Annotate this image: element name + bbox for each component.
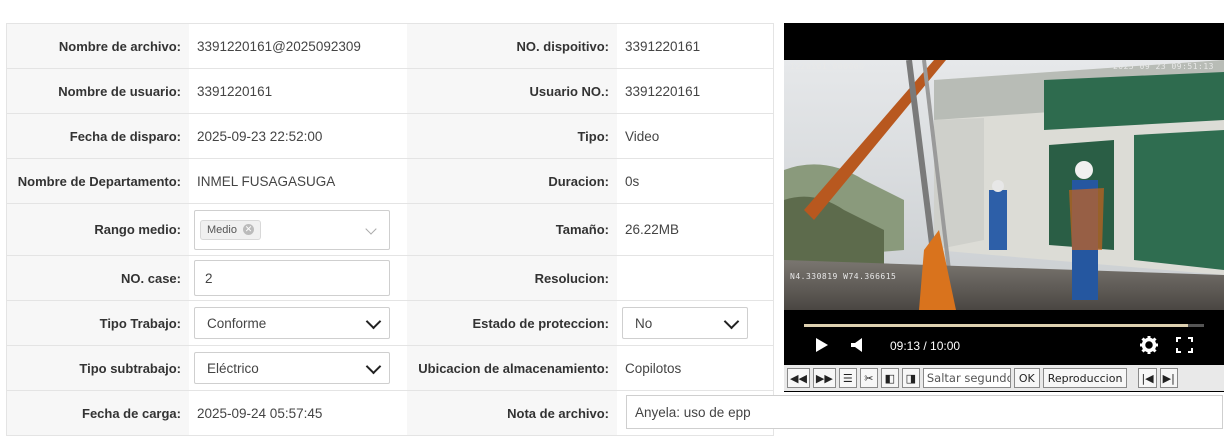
time-display: 09:13 / 10:00 <box>890 339 961 353</box>
work-type-select[interactable]: Conforme <box>194 307 390 339</box>
resolution-value <box>617 256 773 300</box>
skip-end-button[interactable]: ▶| <box>1159 368 1178 388</box>
department-label: Nombre de Departamento: <box>7 159 189 203</box>
subwork-type-select[interactable]: Eléctrico <box>194 352 390 384</box>
prev-frame-icon: ◧ <box>884 371 896 385</box>
video-frame[interactable]: 1220161_000000 2025 09 23 09:51:13 N4.33… <box>784 60 1224 310</box>
user-no-value: 3391220161 <box>617 69 773 113</box>
fast-forward-icon: ▶▶ <box>815 371 833 385</box>
size-label: Tamaño: <box>407 204 617 255</box>
osd-gps: N4.330819 W74.366615 <box>790 272 897 281</box>
protection-status-selected: No <box>635 315 653 331</box>
progress-fill <box>804 324 1188 327</box>
filename-value: 3391220161@2025092309 <box>189 24 407 68</box>
file-note-field[interactable]: Anyela: uso de epp <box>626 395 1223 429</box>
work-type-label: Tipo Trabajo: <box>7 301 189 345</box>
username-label: Nombre de usuario: <box>7 69 189 113</box>
video-player[interactable]: 1220161_000000 2025 09 23 09:51:13 N4.33… <box>784 23 1224 392</box>
subwork-type-cell: Eléctrico <box>189 346 407 390</box>
next-frame-icon: ◨ <box>905 371 917 385</box>
protection-status-select[interactable]: No <box>622 307 748 339</box>
skip-end-icon: ▶| <box>1162 371 1175 385</box>
next-frame-button[interactable]: ◨ <box>901 368 920 388</box>
fast-forward-button[interactable]: ▶▶ <box>812 368 836 388</box>
duration-label: Duracion: <box>407 159 617 203</box>
osd-datetime: 2025 09 23 09:51:13 <box>1112 62 1214 71</box>
prev-frame-button[interactable]: ◧ <box>880 368 899 388</box>
range-tag: Medio ✕ <box>200 219 261 240</box>
protection-status-label: Estado de proteccion: <box>407 301 617 345</box>
rewind-icon: ◀◀ <box>790 371 807 385</box>
trigger-date-value: 2025-09-23 22:52:00 <box>189 114 407 158</box>
storage-location-label: Ubicacion de almacenamiento: <box>407 346 617 390</box>
upload-date-value: 2025-09-24 05:57:45 <box>189 391 407 435</box>
subwork-type-selected: Eléctrico <box>207 360 259 376</box>
file-note-label: Nota de archivo: <box>407 391 617 435</box>
settings-gear-icon[interactable] <box>1140 336 1158 354</box>
table-row: Nombre de Departamento: INMEL FUSAGASUGA… <box>7 159 773 204</box>
table-row: Rango medio: Medio ✕ Tamaño: 26.22MB <box>7 204 773 256</box>
fullscreen-icon[interactable] <box>1176 337 1193 353</box>
chevron-down-icon <box>365 358 382 375</box>
volume-icon[interactable] <box>851 338 863 352</box>
ok-button[interactable]: OK <box>1013 368 1040 388</box>
chevron-down-icon <box>365 313 382 330</box>
user-no-label: Usuario NO.: <box>407 69 617 113</box>
table-row: Nombre de usuario: 3391220161 Usuario NO… <box>7 69 773 114</box>
list-icon: ☰ <box>842 371 853 385</box>
table-row: Fecha de disparo: 2025-09-23 22:52:00 Ti… <box>7 114 773 159</box>
list-button[interactable]: ☰ <box>838 368 857 388</box>
case-no-cell: 2 <box>189 256 407 300</box>
playback-button[interactable]: Reproduccion <box>1042 368 1128 388</box>
playback-toolbar: ◀◀ ▶▶ ☰ ✂ ◧ ◨ Saltar segundo OK Reproduc… <box>784 365 1224 391</box>
device-no-value: 3391220161 <box>617 24 773 68</box>
range-multiselect[interactable]: Medio ✕ <box>194 209 390 250</box>
range-cell: Medio ✕ <box>189 204 407 255</box>
table-row: Nombre de archivo: 3391220161@2025092309… <box>7 24 773 69</box>
resolution-label: Resolucion: <box>407 256 617 300</box>
department-value: INMEL FUSAGASUGA <box>189 159 407 203</box>
chevron-down-icon <box>365 222 377 235</box>
size-value: 26.22MB <box>617 204 773 255</box>
duration-value: 0s <box>617 159 773 203</box>
work-type-selected: Conforme <box>207 315 267 331</box>
protection-status-cell: No <box>617 301 773 345</box>
range-tag-label: Medio <box>207 223 237 236</box>
chevron-down-icon <box>723 313 740 330</box>
upload-date-label: Fecha de carga: <box>7 391 189 435</box>
type-label: Tipo: <box>407 114 617 158</box>
progress-bar[interactable] <box>804 324 1204 327</box>
case-no-input[interactable]: 2 <box>194 260 390 296</box>
type-value: Video <box>617 114 773 158</box>
table-row: NO. case: 2 Resolucion: <box>7 256 773 301</box>
video-controls: 09:13 / 10:00 <box>784 315 1224 361</box>
device-no-label: NO. dispoitivo: <box>407 24 617 68</box>
case-no-label: NO. case: <box>7 256 189 300</box>
skip-start-button[interactable]: |◀ <box>1138 368 1157 388</box>
subwork-type-label: Tipo subtrabajo: <box>7 346 189 390</box>
username-value: 3391220161 <box>189 69 407 113</box>
filename-label: Nombre de archivo: <box>7 24 189 68</box>
seek-seconds-input[interactable]: Saltar segundo <box>922 368 1011 388</box>
table-row: Tipo subtrabajo: Eléctrico Ubicacion de … <box>7 346 773 391</box>
scissors-icon: ✂ <box>864 371 874 385</box>
play-icon[interactable] <box>816 338 828 352</box>
skip-start-icon: |◀ <box>1141 371 1154 385</box>
range-label: Rango medio: <box>7 204 189 255</box>
rewind-button[interactable]: ◀◀ <box>787 368 810 388</box>
osd-device-id: 1220161_000000 <box>790 62 865 71</box>
storage-location-value: Copilotos <box>617 346 773 390</box>
trigger-date-label: Fecha de disparo: <box>7 114 189 158</box>
table-row: Tipo Trabajo: Conforme Estado de protecc… <box>7 301 773 346</box>
clip-button[interactable]: ✂ <box>859 368 878 388</box>
work-type-cell: Conforme <box>189 301 407 345</box>
file-info-table: Nombre de archivo: 3391220161@2025092309… <box>6 23 774 436</box>
remove-tag-icon[interactable]: ✕ <box>242 224 254 235</box>
